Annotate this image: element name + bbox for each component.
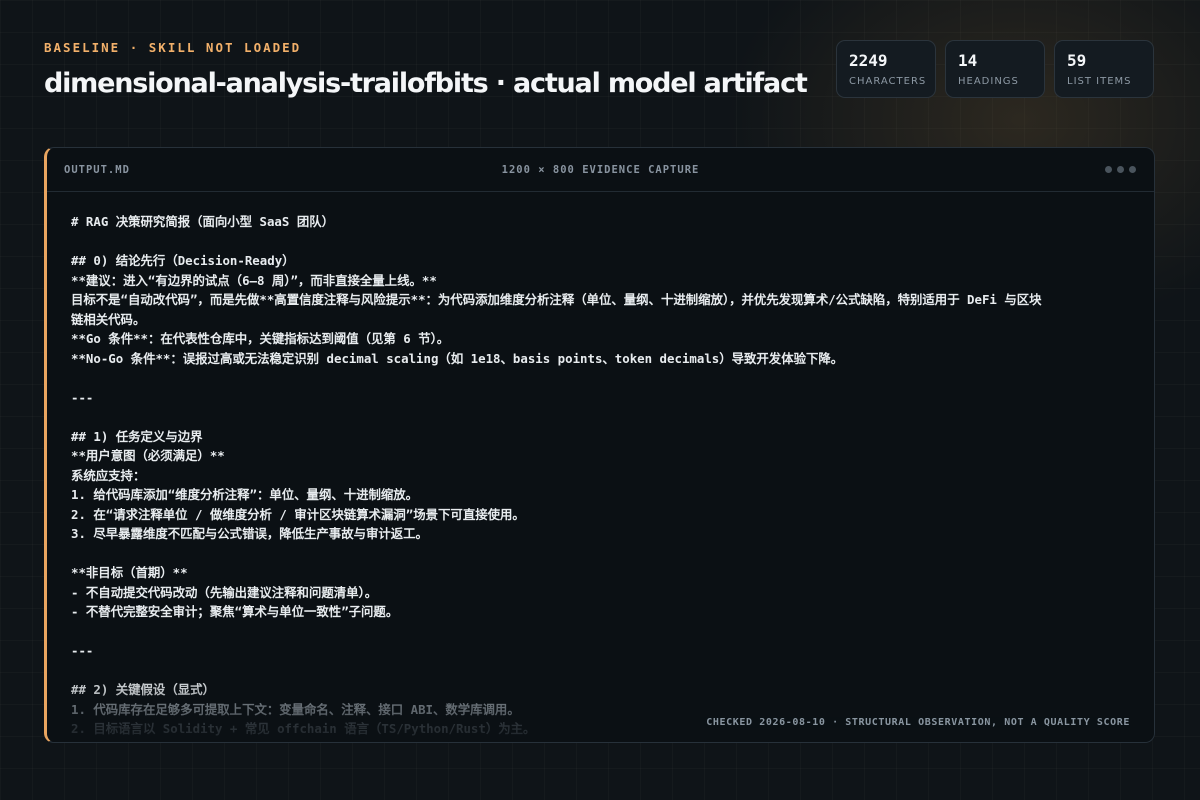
content-line: [71, 368, 1134, 388]
stats-row: 2249 CHARACTERS 14 HEADINGS 59 LIST ITEM…: [836, 40, 1154, 98]
markdown-content[interactable]: # RAG 决策研究简报（面向小型 SaaS 团队） ## 0) 结论先行（Dec…: [71, 212, 1134, 742]
window-dot-icon: [1117, 166, 1124, 173]
content-line: [71, 407, 1134, 427]
content-line: 2. 在“请求注释单位 / 做维度分析 / 审计区块链算术漏洞”场景下可直接使用…: [71, 506, 525, 522]
panel-header: OUTPUT.MD 1200 × 800 EVIDENCE CAPTURE: [47, 148, 1154, 192]
stat-list-items-label: LIST ITEMS: [1067, 76, 1132, 87]
capture-label: 1200 × 800 EVIDENCE CAPTURE: [501, 164, 700, 176]
content-line: ## 2) 关键假设（显式）: [71, 682, 215, 697]
stat-headings-value: 14: [958, 51, 978, 70]
content-line: - 不自动提交代码改动（先输出建议注释和问题清单）。: [71, 584, 378, 600]
content-line: 系统应支持：: [71, 467, 146, 483]
content-line: **非目标（首期）**: [71, 565, 188, 580]
content-line: # RAG 决策研究简报（面向小型 SaaS 团队）: [71, 214, 334, 229]
window-dot-icon: [1129, 166, 1136, 173]
baseline-kicker: BASELINE · SKILL NOT LOADED: [44, 40, 302, 55]
content-line: 链相关代码。: [71, 311, 146, 327]
content-line: ## 1) 任务定义与边界: [71, 428, 203, 444]
content-line: - 不替代完整安全审计；聚焦“算术与单位一致性”子问题。: [71, 604, 399, 619]
window-dots: [1105, 166, 1136, 173]
content-line: **Go 条件**：在代表性仓库中，关键指标达到阈值（见第 6 节）。: [71, 331, 450, 346]
content-line: [71, 661, 1134, 681]
content-line: [71, 544, 1134, 564]
page-title: dimensional-analysis-trailofbits · actua…: [44, 68, 808, 99]
content-line: ---: [71, 389, 94, 405]
content-line: [71, 232, 1134, 252]
content-line: ## 0) 结论先行（Decision-Ready）: [71, 253, 295, 268]
content-line: **No-Go 条件**：误报过高或无法稳定识别 decimal scaling…: [71, 350, 844, 366]
stat-characters-value: 2249: [849, 51, 888, 70]
stat-headings: 14 HEADINGS: [945, 40, 1045, 98]
stat-headings-label: HEADINGS: [958, 76, 1019, 87]
content-line: 1. 给代码库添加“维度分析注释”：单位、量纲、十进制缩放。: [71, 487, 419, 502]
footer-note: CHECKED 2026-08-10 · STRUCTURAL OBSERVAT…: [700, 717, 1130, 728]
content-line: ---: [71, 643, 94, 658]
stat-characters: 2249 CHARACTERS: [836, 40, 936, 98]
stat-list-items: 59 LIST ITEMS: [1054, 40, 1154, 98]
content-line: [71, 622, 1134, 642]
content-line: 目标不是“自动改代码”，而是先做**高置信度注释与风险提示**：为代码添加维度分…: [71, 292, 1042, 307]
content-line: 3. 尽早暴露维度不匹配与公式错误，降低生产事故与审计返工。: [71, 526, 428, 541]
stat-list-items-value: 59: [1067, 51, 1087, 70]
content-line: **用户意图（必须满足）**: [71, 448, 225, 463]
stat-characters-label: CHARACTERS: [849, 76, 927, 87]
output-panel: OUTPUT.MD 1200 × 800 EVIDENCE CAPTURE # …: [44, 147, 1155, 743]
window-dot-icon: [1105, 166, 1112, 173]
content-line: **建议：进入“有边界的试点（6–8 周）”，而非直接全量上线。**: [71, 272, 437, 288]
